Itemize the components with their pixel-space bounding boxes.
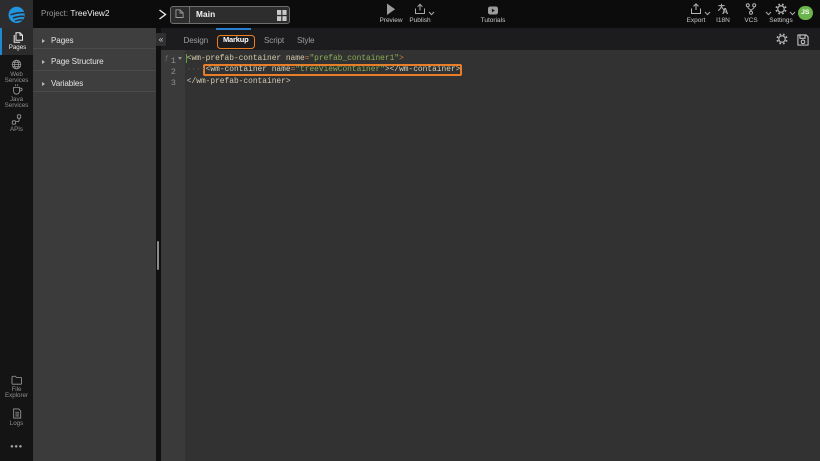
svg-text:A: A xyxy=(722,6,728,14)
